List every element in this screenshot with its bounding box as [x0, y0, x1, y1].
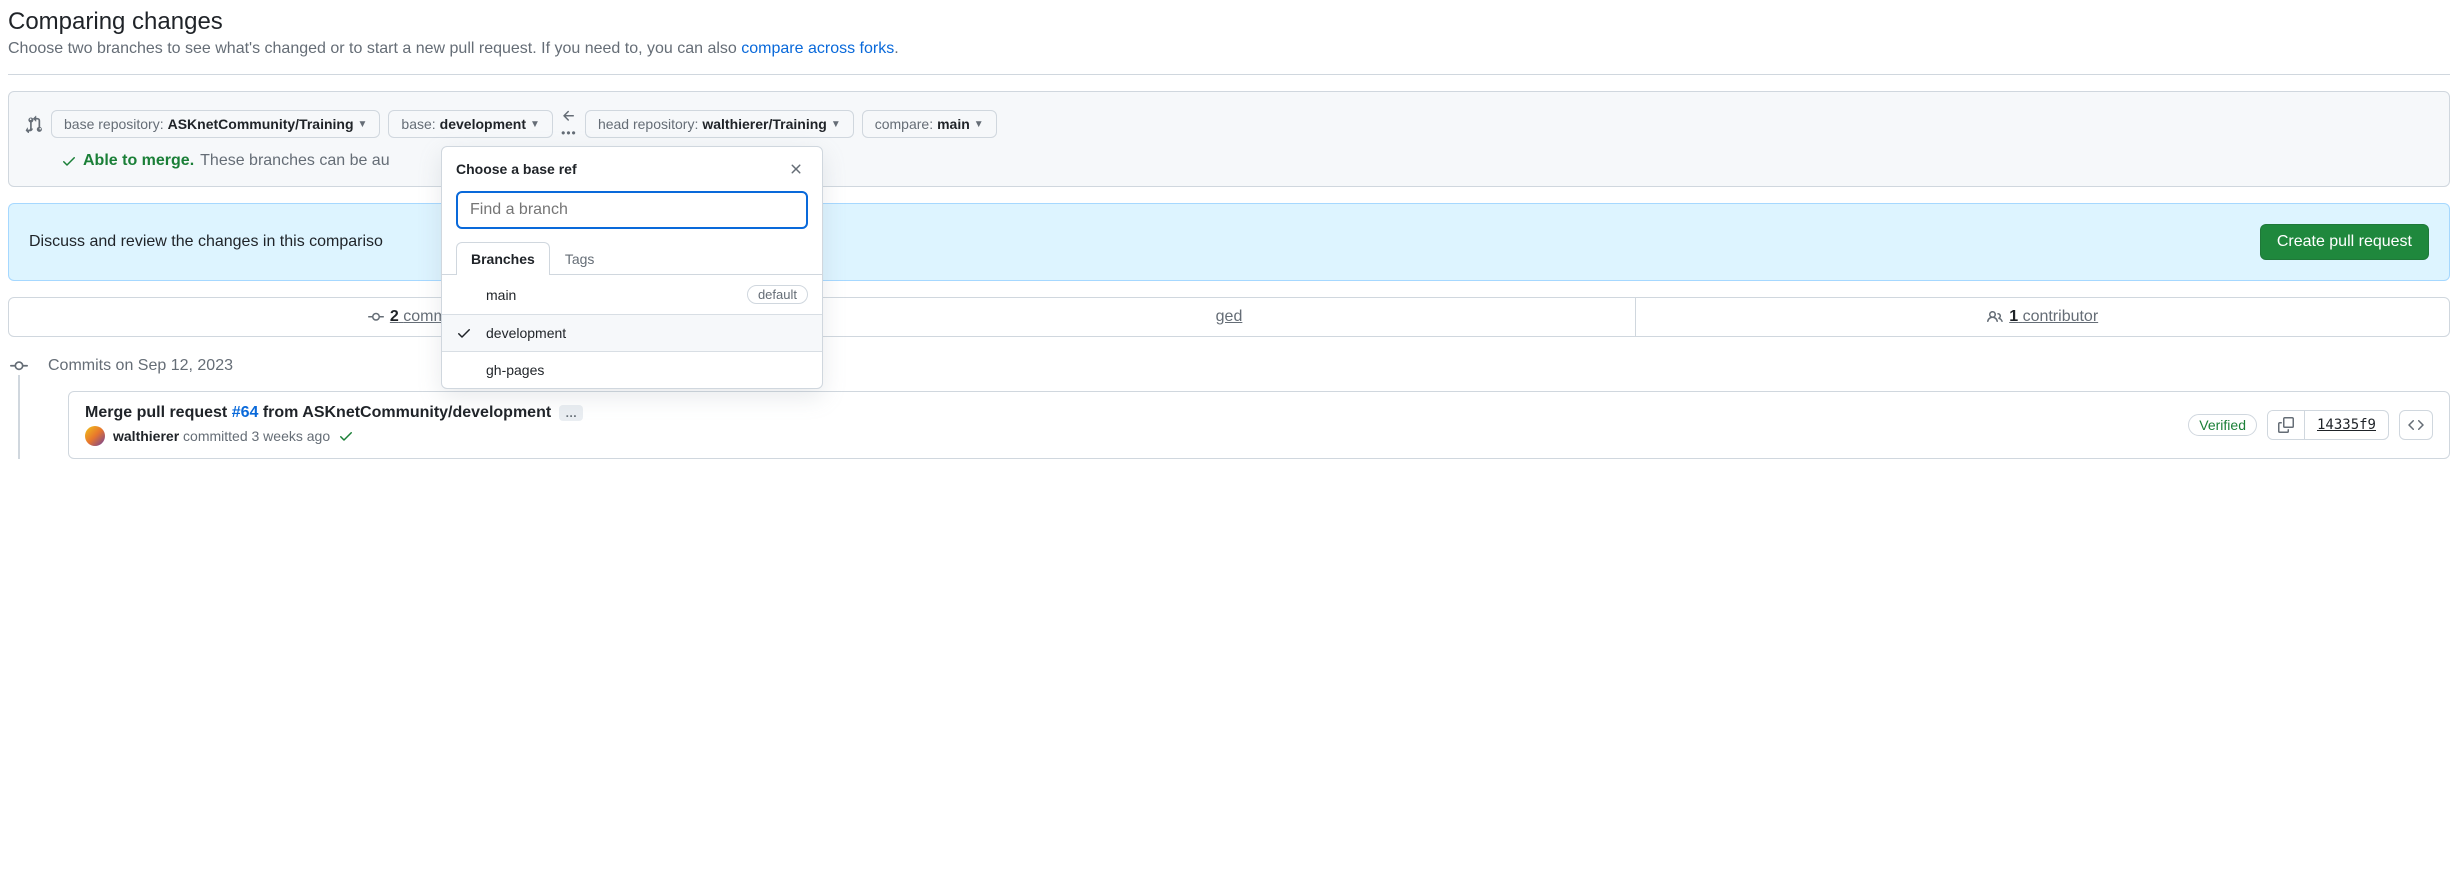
dropdown-header: Choose a base ref — [442, 147, 822, 191]
avatar[interactable] — [85, 426, 105, 446]
close-icon — [788, 161, 804, 177]
caret-down-icon: ▼ — [358, 119, 368, 130]
discuss-text: Discuss and review the changes in this c… — [29, 233, 383, 251]
commit-title-prefix: Merge pull request — [85, 404, 232, 421]
compare-ref-label: compare: — [875, 116, 933, 132]
commit-icon — [368, 309, 384, 325]
check-icon — [61, 153, 77, 169]
default-badge: default — [747, 285, 808, 304]
merge-status: Able to merge. These branches can be au — [25, 152, 2433, 170]
contributors-count: 1 — [2009, 308, 2018, 325]
verified-badge[interactable]: Verified — [2188, 414, 2257, 436]
commit-item: Merge pull request #64 from ASKnetCommun… — [68, 391, 2450, 459]
commit-left: Merge pull request #64 from ASKnetCommun… — [85, 404, 2172, 446]
head-repo-selector[interactable]: head repository: walthierer/Training ▼ — [585, 110, 854, 138]
compare-box: base repository: ASKnetCommunity/Trainin… — [8, 91, 2450, 187]
contributors-label: contributor — [2023, 308, 2099, 325]
base-ref-label: base: — [401, 116, 435, 132]
timeline-rail — [18, 365, 20, 459]
commits-count: 2 — [390, 308, 399, 325]
dropdown-title: Choose a base ref — [456, 161, 577, 177]
dropdown-tabs: Branches Tags — [442, 241, 822, 275]
page-title: Comparing changes — [8, 8, 2450, 36]
tab-tags[interactable]: Tags — [550, 242, 610, 275]
branch-item-gh-pages[interactable]: gh-pages — [442, 352, 822, 388]
compare-ref-selector[interactable]: compare: main ▼ — [862, 110, 997, 138]
stats-row: 2 commits ged 1 contributor — [8, 297, 2450, 337]
create-pull-request-button[interactable]: Create pull request — [2260, 224, 2429, 260]
copy-icon — [2278, 417, 2294, 433]
commit-meta-rest: committed 3 weeks ago — [183, 428, 330, 444]
status-check-icon[interactable] — [338, 428, 354, 444]
base-ref-dropdown: Choose a base ref Branches Tags main def… — [441, 146, 823, 389]
discuss-box: Discuss and review the changes in this c… — [8, 203, 2450, 281]
commit-pr-link[interactable]: #64 — [232, 404, 259, 421]
branch-item-main[interactable]: main default — [442, 275, 822, 315]
merge-ok: Able to merge. — [61, 152, 194, 170]
branch-filter-input[interactable] — [456, 191, 808, 229]
commit-title-suffix: from ASKnetCommunity/development — [258, 404, 551, 421]
commit-sha-link[interactable]: 14335f9 — [2305, 411, 2388, 439]
tab-branches[interactable]: Branches — [456, 242, 550, 275]
commit-title: Merge pull request #64 from ASKnetCommun… — [85, 404, 2172, 422]
base-repo-label: base repository: — [64, 116, 164, 132]
merge-ok-label: Able to merge. — [83, 152, 194, 170]
branch-name: development — [486, 325, 566, 341]
caret-down-icon: ▼ — [831, 119, 841, 130]
check-icon — [456, 325, 472, 341]
compare-direction: ••• — [561, 108, 577, 140]
base-repo-value: ASKnetCommunity/Training — [168, 116, 354, 132]
commit-expand-button[interactable]: … — [559, 405, 583, 421]
caret-down-icon: ▼ — [974, 119, 984, 130]
compare-ref-value: main — [937, 116, 970, 132]
commit-title-link[interactable]: Merge pull request — [85, 404, 232, 421]
caret-down-icon: ▼ — [530, 119, 540, 130]
commit-timeline: Commits on Sep 12, 2023 Merge pull reque… — [8, 357, 2450, 459]
compare-row: base repository: ASKnetCommunity/Trainin… — [25, 108, 2433, 140]
browse-code-button[interactable] — [2399, 410, 2433, 440]
timeline-date-heading: Commits on Sep 12, 2023 — [48, 357, 233, 375]
subtitle-suffix: . — [894, 40, 898, 57]
kebab-icon: ••• — [561, 126, 577, 140]
copy-sha-button[interactable] — [2268, 411, 2305, 439]
subtitle-text: Choose two branches to see what's change… — [8, 40, 741, 57]
merge-ok-rest: These branches can be au — [200, 152, 389, 170]
timeline-date-row: Commits on Sep 12, 2023 — [28, 357, 2450, 375]
base-ref-value: development — [440, 116, 526, 132]
commit-meta: walthierer committed 3 weeks ago — [85, 426, 2172, 446]
dropdown-close-button[interactable] — [784, 157, 808, 181]
base-repo-selector[interactable]: base repository: ASKnetCommunity/Trainin… — [51, 110, 380, 138]
base-ref-selector[interactable]: base: development ▼ — [388, 110, 553, 138]
stat-files-changed[interactable]: ged — [823, 298, 1637, 336]
divider — [8, 74, 2450, 75]
git-compare-icon — [25, 115, 43, 133]
commit-right: Verified 14335f9 — [2188, 410, 2433, 440]
branch-name: main — [486, 287, 516, 303]
branch-item-development[interactable]: development — [442, 315, 822, 352]
commit-title-suffix-link[interactable]: from ASKnetCommunity/development — [258, 404, 551, 421]
files-label: ged — [1216, 308, 1243, 326]
sha-group: 14335f9 — [2267, 410, 2389, 440]
branch-name: gh-pages — [486, 362, 544, 378]
head-repo-value: walthierer/Training — [702, 116, 826, 132]
page-subtitle: Choose two branches to see what's change… — [8, 40, 2450, 58]
head-repo-label: head repository: — [598, 116, 698, 132]
commit-dot-icon — [10, 357, 28, 375]
people-icon — [1987, 309, 2003, 325]
compare-across-forks-link[interactable]: compare across forks — [741, 40, 894, 57]
arrow-left-icon — [561, 108, 577, 124]
commit-author[interactable]: walthierer — [113, 428, 179, 444]
code-icon — [2408, 417, 2424, 433]
branch-list: main default development gh-pages — [442, 275, 822, 388]
stat-contributors[interactable]: 1 contributor — [1636, 298, 2449, 336]
